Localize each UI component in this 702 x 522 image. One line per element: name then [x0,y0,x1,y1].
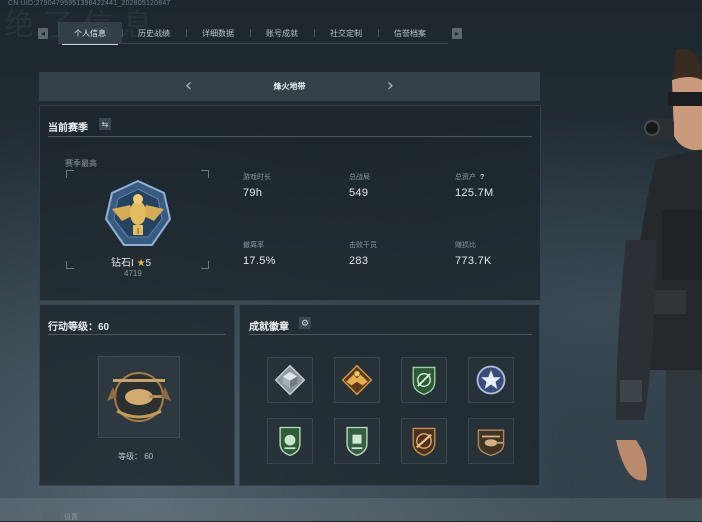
achievement-badge-1[interactable] [267,357,313,403]
stat-profit-loss-ratio: 赚损比 773.7K [455,242,492,267]
frame-corner-tl [66,170,74,178]
stat-extraction-rate: 撤离率 17.5% [243,242,276,267]
golden-eagle-badge-icon [341,364,373,396]
bronze-shield-rifle-badge-icon [412,427,436,457]
tab-history-record[interactable]: 历史战绩 [122,22,186,44]
achievement-badge-4[interactable] [468,357,514,403]
operation-level-panel: 行动等级：60 等级： 60 [39,304,235,486]
map-selector: ‹ 烽火地带 › [39,72,540,101]
rank-points: 4719 [124,269,142,278]
level-caption: 等级： 60 [118,452,154,461]
stat-total-assets: 总资产? 125.7M [455,174,494,199]
stat-play-time: 游戏时长 79h [243,174,271,199]
tab-social-custom[interactable]: 社交定制 [314,22,378,44]
level-divider [48,334,226,335]
stat-operators-defeated: 击败干员 283 [349,242,377,267]
frame-corner-tr [201,170,209,178]
blue-star-badge-icon [476,365,506,395]
achievement-badge-6[interactable] [334,418,380,464]
swap-season-button[interactable]: ⇆ [99,118,111,130]
footer-strip [0,498,702,521]
help-question-icon[interactable]: ? [480,174,484,181]
tab-next-button[interactable]: ▸ [452,27,462,39]
stat-total-matches: 总战局 549 [349,174,370,199]
diamond-rank-emblem-icon: I [104,179,172,246]
tab-credit-record[interactable]: 信誉档案 [378,22,442,44]
tab-bar: ◂ 个人信息 历史战绩 详细数据 账号成就 社交定制 信誉档案 ▸ [38,22,470,45]
green-shield-a-badge-icon [279,426,301,457]
map-prev-chevron-icon[interactable]: ‹ [185,75,192,96]
tab-detailed-data[interactable]: 详细数据 [186,22,250,44]
helicopter-level-emblem-icon [107,372,171,422]
user-uid-text: CN UID:27904795951398422441_202805120847 [8,0,171,7]
achievement-badge-8[interactable] [468,418,514,464]
achievements-divider [249,334,532,335]
svg-text:I: I [137,227,139,236]
achievement-badges-panel: 成就徽章 ⚙ [239,304,540,486]
achievement-badge-3[interactable] [401,357,447,403]
tab-account-achievements[interactable]: 账号成就 [250,22,314,44]
achievement-badge-7[interactable] [401,418,447,464]
gear-icon[interactable]: ⚙ [299,317,311,329]
bronze-helicopter-badge-icon [477,429,505,457]
tab-list: 个人信息 历史战绩 详细数据 账号成就 社交定制 信誉档案 [58,22,442,45]
level-emblem-frame [98,356,180,438]
footer-settings-button[interactable] [42,512,60,521]
frame-corner-br [201,261,209,269]
tab-divider [58,43,448,44]
map-next-chevron-icon[interactable]: › [387,75,394,96]
tab-prev-button[interactable]: ◂ [38,27,48,39]
achievement-badge-2[interactable] [334,357,380,403]
level-title: 行动等级：60 [48,322,110,333]
season-divider [48,136,532,137]
rank-name: 钻石I ★5 [111,258,152,269]
green-shield-swords-badge-icon [412,366,436,396]
rank-star-icon: ★ [136,258,146,269]
season-title: 当前赛季 [48,123,88,134]
current-season-panel: 当前赛季 ⇆ 赛季最高 I 钻石I ★5 4719 游戏时长 79h 总战局 5… [39,105,541,301]
operator-character-illustration [616,49,702,500]
cube-diamond-badge-icon [274,364,306,396]
rank-label: 赛季最高 [65,159,97,168]
achievement-badge-5[interactable] [267,418,313,464]
frame-corner-bl [66,261,74,269]
achievements-title: 成就徽章 [249,322,289,333]
green-shield-b-badge-icon [346,426,368,457]
map-name: 烽火地带 [273,82,306,91]
tab-personal-info[interactable]: 个人信息 [58,22,122,45]
